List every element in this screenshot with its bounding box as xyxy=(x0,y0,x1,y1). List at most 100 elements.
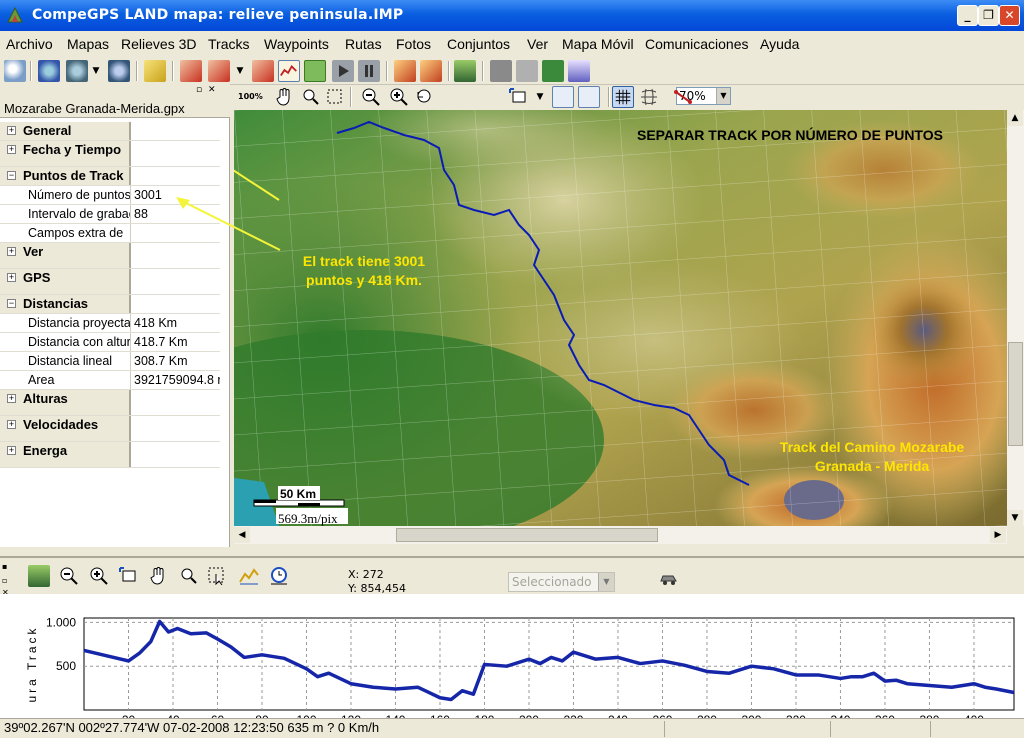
property-category[interactable]: General + xyxy=(0,122,220,141)
hand-pan-icon[interactable] xyxy=(274,86,296,108)
profile-restore-icon[interactable]: ▫ xyxy=(2,576,7,585)
new-icon[interactable] xyxy=(4,60,26,82)
menu-archivo[interactable]: Archivo xyxy=(6,36,53,52)
zoom-in-icon[interactable] xyxy=(88,565,110,587)
zoom-rect-icon[interactable] xyxy=(300,86,322,108)
shop-cart-icon[interactable] xyxy=(568,60,590,82)
menu-fotos[interactable]: Fotos xyxy=(396,36,431,52)
map-layers-icon[interactable] xyxy=(108,60,130,82)
zoom-in-icon[interactable] xyxy=(388,86,410,108)
profile-chart-icon[interactable] xyxy=(278,60,300,82)
collapse-icon[interactable]: − xyxy=(7,299,16,308)
altitude-chart[interactable]: 2040608010012014016018020022024026028030… xyxy=(0,594,1024,737)
dropdown-arrow-icon[interactable]: ▼ xyxy=(90,60,102,82)
zoom-out-icon[interactable] xyxy=(360,86,382,108)
property-category[interactable]: Puntos de Track − xyxy=(0,167,220,186)
menu-tracks[interactable]: Tracks xyxy=(208,36,249,52)
car-icon[interactable] xyxy=(658,568,680,590)
panel-close-icon[interactable]: ✕ xyxy=(208,85,216,95)
zoom-rect-icon[interactable] xyxy=(178,565,200,587)
zoom-100-button[interactable]: 100% xyxy=(238,86,263,108)
expand-icon[interactable]: + xyxy=(7,145,16,154)
pause-icon[interactable] xyxy=(358,60,380,82)
property-category[interactable]: GPS + xyxy=(0,269,220,295)
overview-window-icon[interactable] xyxy=(578,86,600,108)
expand-icon[interactable]: + xyxy=(7,394,16,403)
play-icon[interactable] xyxy=(332,60,354,82)
zoom-out-icon[interactable] xyxy=(58,565,80,587)
measure-distance-icon[interactable] xyxy=(672,86,694,108)
property-category[interactable]: Alturas + xyxy=(0,390,220,416)
gps-device-icon[interactable] xyxy=(490,60,512,82)
expand-icon[interactable]: + xyxy=(7,446,16,455)
dropdown-arrow-icon[interactable]: ▼ xyxy=(234,60,246,82)
property-value[interactable]: 308.7 Km xyxy=(133,352,220,370)
person-group-icon[interactable] xyxy=(420,60,442,82)
menu-conjuntos[interactable]: Conjuntos xyxy=(447,36,510,52)
track-edit-icon[interactable] xyxy=(208,60,230,82)
relief-map[interactable]: SEPARAR TRACK POR NÚMERO DE PUNTOS El tr… xyxy=(234,110,1007,526)
property-category[interactable]: Velocidades + xyxy=(0,416,220,442)
scroll-up-icon[interactable]: ▲ xyxy=(1007,110,1023,126)
property-category[interactable]: Energa + xyxy=(0,442,220,468)
map-window-icon[interactable] xyxy=(552,86,574,108)
property-value[interactable]: 418 Km xyxy=(133,314,220,332)
map-view[interactable]: SEPARAR TRACK POR NÚMERO DE PUNTOS El tr… xyxy=(234,110,1007,526)
collapse-icon[interactable]: − xyxy=(7,171,16,180)
person-route-icon[interactable] xyxy=(394,60,416,82)
record-stop-icon[interactable] xyxy=(304,60,326,82)
horizontal-scroll-thumb[interactable] xyxy=(396,528,658,542)
property-row[interactable]: Area 3921759094.8 m xyxy=(0,371,220,390)
expand-icon[interactable]: + xyxy=(7,247,16,256)
waypoint-icon[interactable] xyxy=(144,60,166,82)
select-area-icon[interactable] xyxy=(324,86,346,108)
property-category[interactable]: Distancias − xyxy=(0,295,220,314)
maximize-button[interactable]: ❐ xyxy=(978,5,999,26)
scroll-left-icon[interactable]: ◀ xyxy=(234,527,250,543)
property-row[interactable]: Distancia proyectada418 Km xyxy=(0,314,220,333)
property-row[interactable]: Distancia con altura 418.7 Km xyxy=(0,333,220,352)
menu-waypoints[interactable]: Waypoints xyxy=(264,36,329,52)
minimize-button[interactable]: _ xyxy=(957,5,978,26)
expand-icon[interactable]: + xyxy=(7,126,16,135)
track-icon[interactable] xyxy=(180,60,202,82)
property-value[interactable]: 418.7 Km xyxy=(133,333,220,351)
profile-selection-select[interactable]: Seleccionado ▼ xyxy=(508,572,615,592)
profile-pin-icon[interactable]: ▪ xyxy=(2,562,7,571)
3d-view-icon[interactable] xyxy=(454,60,476,82)
menu-relieves-3d[interactable]: Relieves 3D xyxy=(121,36,196,52)
3d-profile-icon[interactable] xyxy=(28,565,50,587)
property-category[interactable]: Fecha y Tiempo + xyxy=(0,141,220,167)
menu-mapas[interactable]: Mapas xyxy=(67,36,109,52)
menu-ayuda[interactable]: Ayuda xyxy=(760,36,799,52)
clock-icon[interactable] xyxy=(268,565,290,587)
gps-send-icon[interactable] xyxy=(516,60,538,82)
map-vertical-scrollbar[interactable]: ▲ ▼ xyxy=(1007,110,1024,526)
excel-export-icon[interactable] xyxy=(542,60,564,82)
close-button[interactable]: ✕ xyxy=(999,5,1020,26)
fit-map-icon[interactable] xyxy=(508,86,530,108)
hand-pan-icon[interactable] xyxy=(148,565,170,587)
menu-mapa-movil[interactable]: Mapa Móvil xyxy=(562,36,634,52)
scroll-right-icon[interactable]: ▶ xyxy=(990,527,1006,543)
fit-profile-icon[interactable] xyxy=(118,565,140,587)
expand-icon[interactable]: + xyxy=(7,420,16,429)
vertical-scroll-thumb[interactable] xyxy=(1008,342,1023,446)
menu-rutas[interactable]: Rutas xyxy=(345,36,382,52)
zoom-previous-icon[interactable] xyxy=(414,86,436,108)
select-cursor-icon[interactable] xyxy=(206,565,228,587)
panel-pin-icon[interactable]: ▫ xyxy=(196,85,202,95)
menu-ver[interactable]: Ver xyxy=(527,36,548,52)
property-row[interactable]: Distancia lineal 308.7 Km xyxy=(0,352,220,371)
dropdown-arrow-icon[interactable]: ▼ xyxy=(534,86,546,108)
grid-toggle-icon[interactable] xyxy=(612,86,634,108)
map-settings-icon[interactable] xyxy=(66,60,88,82)
expand-icon[interactable]: + xyxy=(7,273,16,282)
open-map-icon[interactable] xyxy=(38,60,60,82)
map-horizontal-scrollbar[interactable]: ◀ ▶ xyxy=(234,526,1007,544)
projection-grid-icon[interactable] xyxy=(638,86,660,108)
menu-comunicaciones[interactable]: Comunicaciones xyxy=(645,36,749,52)
track-file-name[interactable]: Mozarabe Granada-Merida.gpx xyxy=(0,99,230,118)
track-tool-icon[interactable] xyxy=(252,60,274,82)
profile-graph-icon[interactable] xyxy=(238,565,260,587)
